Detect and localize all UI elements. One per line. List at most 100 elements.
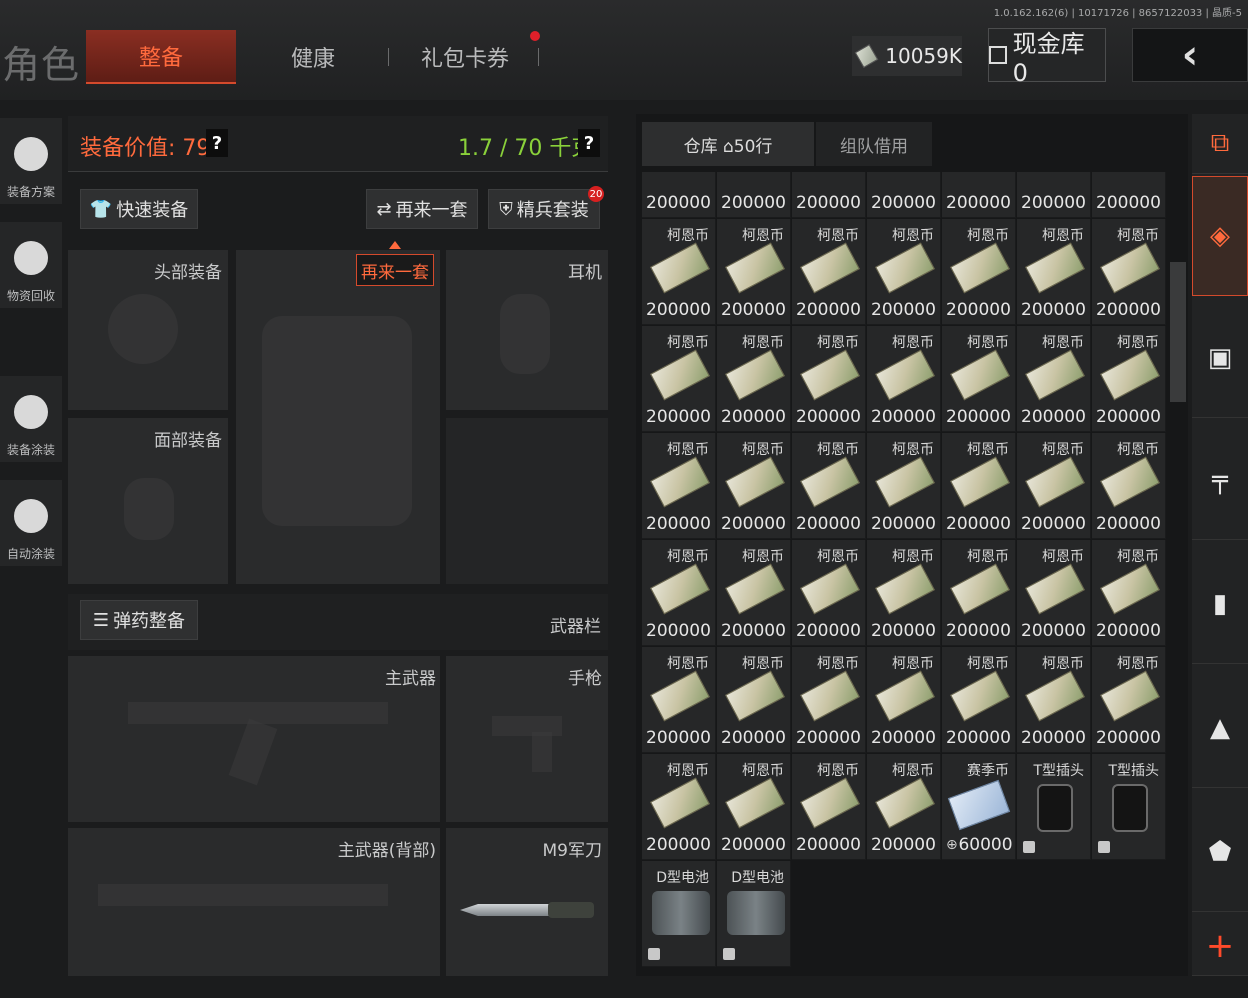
rail-skin[interactable]: 装备涂装 (0, 376, 62, 462)
magazine-icon: ▮ (1212, 588, 1228, 619)
tab-jiankang[interactable]: 健康 (238, 30, 388, 84)
inventory-item[interactable]: 200000 (792, 172, 866, 218)
inventory-item[interactable]: 柯恩币 200000 (1017, 647, 1091, 753)
inventory-item[interactable]: T型插头 (1017, 754, 1091, 860)
inventory-item[interactable]: 柯恩币 200000 (642, 647, 716, 753)
ammo-button[interactable]: ☰ 弹药整备 (80, 600, 198, 640)
inventory-item[interactable]: 柯恩币 200000 (867, 433, 941, 539)
inventory-item[interactable]: 柯恩币 200000 (1017, 433, 1091, 539)
cash-bundle-icon (950, 242, 1010, 294)
inventory-item[interactable]: 柯恩币 200000 (942, 433, 1016, 539)
inventory-item[interactable]: 柯恩币 200000 (642, 326, 716, 432)
inventory-item[interactable]: 柯恩币 200000 (942, 540, 1016, 646)
inventory-item[interactable]: 200000 (1017, 172, 1091, 218)
cash-bundle-icon (650, 242, 710, 294)
inventory-item[interactable]: 200000 (942, 172, 1016, 218)
category-all[interactable]: ◈ (1192, 176, 1248, 296)
inventory-item[interactable]: 柯恩币 200000 (792, 540, 866, 646)
repeat-set-button[interactable]: ⇄ 再来一套 (366, 189, 478, 229)
slot-armor[interactable] (236, 250, 440, 584)
inventory-item[interactable]: D型电池 (642, 861, 716, 967)
inventory-item[interactable]: 柯恩币 200000 (867, 754, 941, 860)
sort-button[interactable]: ⧉ (1192, 114, 1248, 174)
help-button[interactable]: ? (206, 129, 228, 157)
slot-head[interactable]: 头部装备 (68, 250, 228, 410)
help-button[interactable]: ? (578, 129, 600, 157)
inventory-item[interactable]: 200000 (1092, 172, 1166, 218)
category-ammo[interactable]: ▲ (1192, 668, 1248, 788)
inventory-item[interactable]: 柯恩币 200000 (792, 754, 866, 860)
tab-warehouse[interactable]: 仓库 ⌂50行 (642, 122, 814, 166)
tab-zhengbei[interactable]: 整备 (86, 30, 236, 84)
slot-label: 耳机 (568, 263, 602, 283)
inventory-item[interactable]: 柯恩币 200000 (1092, 326, 1166, 432)
inventory-item[interactable]: 柯恩币 200000 (867, 326, 941, 432)
slot-face[interactable]: 面部装备 (68, 418, 228, 584)
inventory-item[interactable]: 柯恩币 200000 (1017, 219, 1091, 325)
rifle-icon (98, 884, 388, 906)
inventory-item[interactable]: 柯恩币 200000 (1092, 647, 1166, 753)
elite-set-button[interactable]: ⛨ 精兵套装 (488, 189, 600, 229)
tab-team-borrow[interactable]: 组队借用 (816, 122, 932, 166)
category-gear[interactable]: ⬟ (1192, 792, 1248, 912)
item-name: 柯恩币 (742, 335, 784, 351)
category-weapon[interactable]: ╤ (1192, 420, 1248, 540)
item-name: 柯恩币 (892, 335, 934, 351)
slot-headset[interactable]: 耳机 (446, 250, 608, 410)
rail-equip-plan[interactable]: 装备方案 (0, 118, 62, 204)
inventory-item[interactable]: 柯恩币 200000 (1092, 433, 1166, 539)
tab-libao[interactable]: 礼包卡券 (390, 30, 540, 84)
inventory-item[interactable]: 柯恩币 200000 (792, 326, 866, 432)
slot-knife[interactable]: M9军刀 (446, 828, 608, 976)
inventory-item[interactable]: 柯恩币 200000 (942, 647, 1016, 753)
inventory-item[interactable]: 柯恩币 200000 (1017, 540, 1091, 646)
inventory-item[interactable]: 柯恩币 200000 (1092, 540, 1166, 646)
inventory-item[interactable]: T型插头 (1092, 754, 1166, 860)
inventory-item[interactable]: 柯恩币 200000 (942, 326, 1016, 432)
back-button[interactable]: ‹ (1132, 28, 1248, 82)
inventory-item[interactable]: 柯恩币 200000 (717, 433, 791, 539)
inventory-item[interactable]: 柯恩币 200000 (1017, 326, 1091, 432)
inventory-item[interactable]: 柯恩币 200000 (1092, 219, 1166, 325)
button-label: 再来一套 (395, 200, 468, 221)
inventory-item[interactable]: 柯恩币 200000 (642, 219, 716, 325)
item-qty: 200000 (646, 514, 711, 534)
inventory-item[interactable]: 柯恩币 200000 (642, 754, 716, 860)
inventory-item[interactable]: 柯恩币 200000 (792, 219, 866, 325)
inventory-item[interactable]: 柯恩币 200000 (717, 647, 791, 753)
inventory-item[interactable]: 柯恩币 200000 (867, 647, 941, 753)
inventory-item[interactable]: 柯恩币 200000 (717, 326, 791, 432)
item-name: 赛季币 (967, 763, 1009, 779)
inventory-item[interactable]: 柯恩币 200000 (717, 540, 791, 646)
add-button[interactable]: + (1192, 916, 1248, 976)
inventory-item[interactable]: 赛季币 60000 ⊕ (942, 754, 1016, 860)
inventory-item[interactable]: D型电池 (717, 861, 791, 967)
quick-equip-button[interactable]: 👕 快速装备 (80, 189, 198, 229)
inventory-item[interactable]: 200000 (642, 172, 716, 218)
cash-bundle-icon (800, 670, 860, 722)
category-armor[interactable]: ▣ (1192, 298, 1248, 418)
inventory-item[interactable]: 柯恩币 200000 (717, 219, 791, 325)
inventory-item[interactable]: 柯恩币 200000 (792, 647, 866, 753)
slot-primary[interactable]: 主武器 (68, 656, 440, 822)
inventory-item[interactable]: 柯恩币 200000 (867, 219, 941, 325)
cashbox-button[interactable]: 现金库 0 (988, 28, 1106, 87)
slot-backpack[interactable] (446, 418, 608, 584)
inventory-item[interactable]: 柯恩币 200000 (642, 433, 716, 539)
slot-pistol[interactable]: 手枪 (446, 656, 608, 822)
inventory-item[interactable]: 柯恩币 200000 (792, 433, 866, 539)
inventory-item[interactable]: 200000 (717, 172, 791, 218)
slot-label: 主武器(背部) (337, 841, 436, 861)
rail-recycle[interactable]: 物资回收 (0, 222, 62, 308)
item-name: 柯恩币 (817, 763, 859, 779)
inventory-item[interactable]: 柯恩币 200000 (642, 540, 716, 646)
slot-primary-back[interactable]: 主武器(背部) (68, 828, 440, 976)
inventory-item[interactable]: 柯恩币 200000 (867, 540, 941, 646)
category-magazine[interactable]: ▮ (1192, 544, 1248, 664)
item-name: 柯恩币 (892, 228, 934, 244)
scrollbar[interactable] (1170, 262, 1186, 402)
inventory-item[interactable]: 200000 (867, 172, 941, 218)
inventory-item[interactable]: 柯恩币 200000 (717, 754, 791, 860)
inventory-item[interactable]: 柯恩币 200000 (942, 219, 1016, 325)
rail-auto-skin[interactable]: 自动涂装 (0, 480, 62, 566)
